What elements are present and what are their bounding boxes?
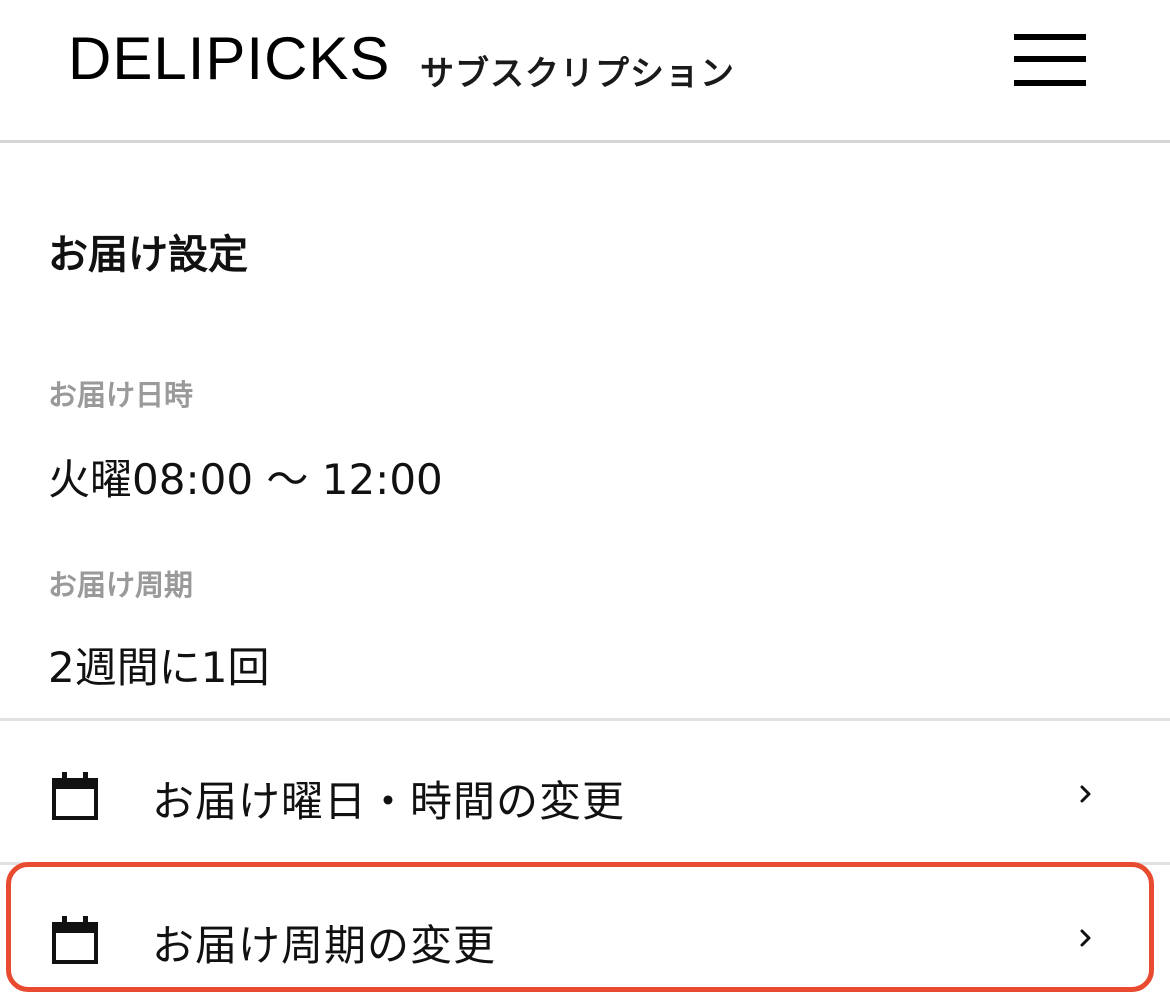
menu-bar	[1014, 34, 1086, 40]
divider	[0, 718, 1170, 721]
change-delivery-cycle-button[interactable]: お届け周期の変更	[0, 868, 1170, 1008]
chevron-right-icon	[1080, 785, 1091, 803]
delivery-cycle-label: お届け周期	[48, 568, 194, 602]
delivery-cycle-value: 2週間に1回	[48, 643, 270, 692]
brand-logo[interactable]: DELIPICKS	[68, 24, 390, 93]
hamburger-menu-icon[interactable]	[1012, 32, 1088, 90]
calendar-icon	[52, 916, 98, 964]
menu-bar	[1014, 80, 1086, 86]
calendar-icon	[52, 772, 98, 820]
menu-bar	[1014, 56, 1086, 62]
change-delivery-day-time-label: お届け曜日・時間の変更	[152, 777, 626, 826]
page-title: お届け設定	[48, 232, 248, 278]
delivery-datetime-label: お届け日時	[48, 378, 194, 412]
change-delivery-day-time-button[interactable]: お届け曜日・時間の変更	[0, 724, 1170, 864]
app-header: DELIPICKS サブスクリプション	[0, 0, 1170, 143]
change-delivery-cycle-label: お届け周期の変更	[152, 921, 497, 970]
delivery-datetime-value: 火曜08:00 〜 12:00	[48, 455, 443, 504]
chevron-right-icon	[1080, 929, 1091, 947]
divider	[0, 862, 1170, 865]
brand-subtitle: サブスクリプション	[420, 54, 735, 94]
